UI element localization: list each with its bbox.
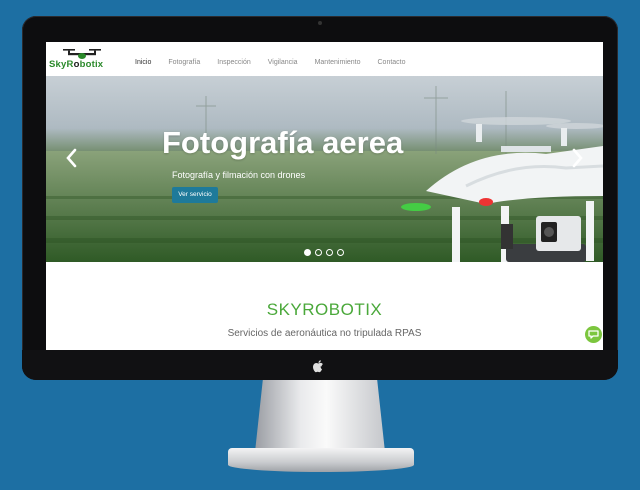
nav-item-mantenimiento[interactable]: Mantenimiento: [315, 59, 361, 66]
hero-subtitle: Fotografía y filmación con drones: [172, 170, 306, 180]
website-screen: SkyRobotix Inicio Fotografía Inspección …: [46, 42, 603, 350]
nav-item-inicio[interactable]: Inicio: [135, 59, 151, 66]
logo-text: SkyRobotix: [49, 59, 104, 70]
carousel-dot-2[interactable]: [315, 249, 322, 256]
carousel-dot-3[interactable]: [326, 249, 333, 256]
nav-item-contacto[interactable]: Contacto: [378, 59, 406, 66]
hero-background-image: [46, 86, 603, 262]
site-logo[interactable]: SkyRobotix: [49, 48, 115, 72]
apple-logo-icon: [313, 360, 323, 373]
hero-carousel: Fotografía aerea Fotografía y filmación …: [46, 76, 603, 262]
navbar: SkyRobotix Inicio Fotografía Inspección …: [46, 42, 603, 76]
section-subtitle: Servicios de aeronáutica no tripulada RP…: [227, 328, 422, 339]
carousel-indicators: [304, 249, 348, 256]
nav-item-fotografia[interactable]: Fotografía: [168, 59, 200, 66]
carousel-dot-1[interactable]: [304, 249, 311, 256]
section-title: SKYROBOTIX: [266, 300, 383, 319]
nav-item-vigilancia[interactable]: Vigilancia: [268, 59, 298, 66]
carousel-dot-4[interactable]: [337, 249, 344, 256]
main-nav: Inicio Fotografía Inspección Vigilancia …: [135, 59, 423, 66]
chat-bubble-icon: [588, 330, 599, 339]
monitor-stand-base: [228, 448, 414, 472]
camera-dot: [318, 21, 322, 25]
carousel-next-icon[interactable]: [569, 146, 585, 170]
chat-button[interactable]: [585, 326, 602, 343]
nav-item-inspeccion[interactable]: Inspección: [217, 59, 250, 66]
ver-servicio-button[interactable]: Ver servicio: [172, 187, 218, 203]
carousel-prev-icon[interactable]: [64, 146, 80, 170]
hero-title: Fotografía aerea: [162, 125, 404, 160]
monitor-stand-neck: [255, 380, 385, 452]
